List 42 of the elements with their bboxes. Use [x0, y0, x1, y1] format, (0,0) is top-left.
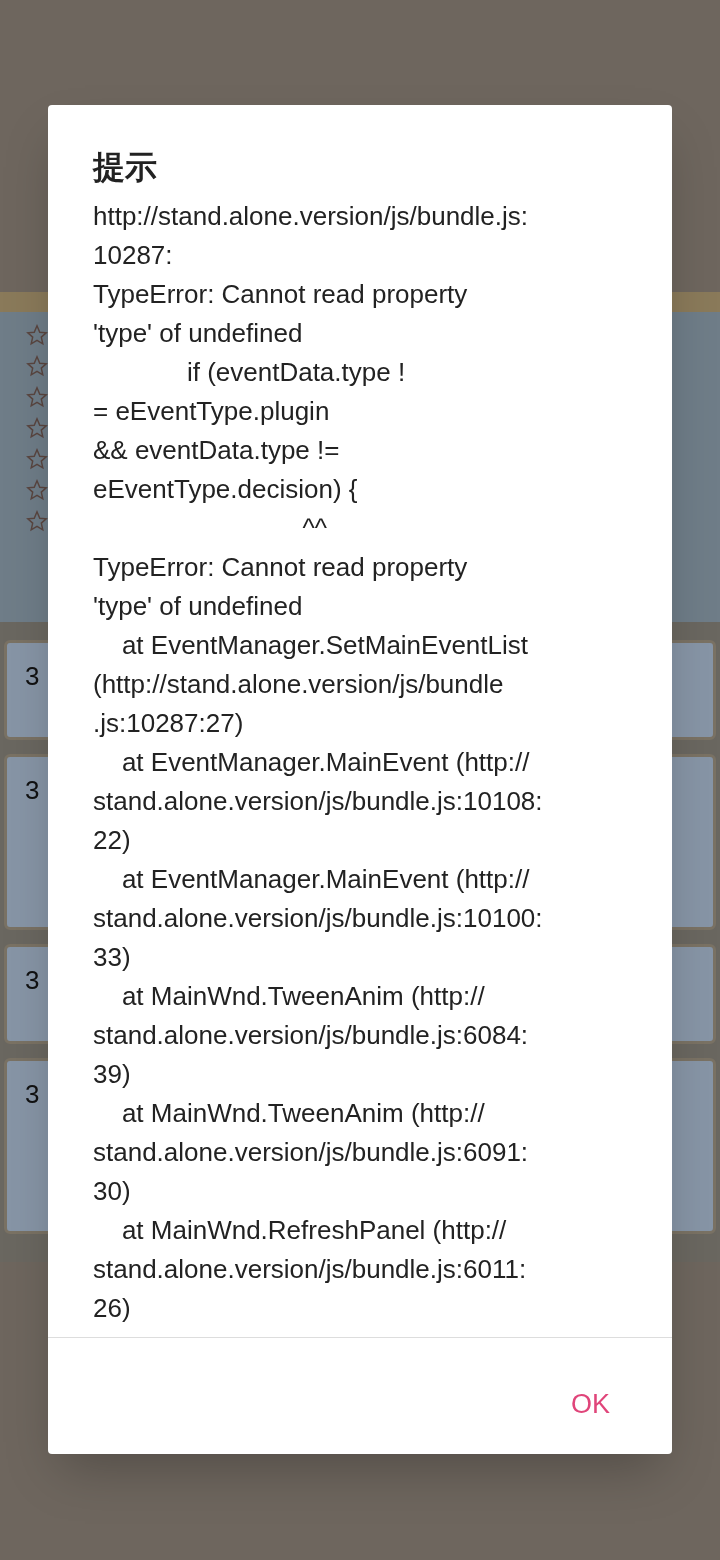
- error-message-line: stand.alone.version/js/bundle.js:6011:: [93, 1253, 527, 1286]
- ok-button[interactable]: OK: [549, 1378, 632, 1431]
- error-message-line: 30): [93, 1175, 131, 1208]
- error-message-line: 'type' of undefined: [93, 590, 303, 623]
- error-message-line: = eEventType.plugin: [93, 395, 330, 428]
- star-icon: [26, 386, 48, 408]
- error-message-line: 26): [93, 1292, 131, 1325]
- star-icon: [26, 355, 48, 377]
- error-message-line: TypeError: Cannot read property: [93, 278, 468, 311]
- error-message-line: stand.alone.version/js/bundle.js:6091:: [93, 1136, 529, 1169]
- error-message-line: && eventData.type !=: [93, 434, 340, 467]
- error-message-line: (http://stand.alone.version/js/bundle: [93, 668, 504, 701]
- error-message-line: at EventManager.SetMainEventList: [120, 629, 529, 662]
- error-message-line: 10287:: [93, 239, 173, 272]
- dialog-title: 提示: [91, 148, 157, 187]
- star-icon: [26, 448, 48, 470]
- star-icon: [26, 510, 48, 532]
- error-message-line: .js:10287:27): [93, 707, 244, 740]
- error-message-line: at MainWnd.TweenAnim (http://: [120, 980, 485, 1013]
- error-message-line: eEventType.decision) {: [93, 473, 358, 506]
- error-message-line: at EventManager.MainEvent (http://: [120, 863, 530, 896]
- card-number: 3: [25, 1079, 40, 1109]
- star-icon: [26, 324, 48, 346]
- star-icon: [26, 479, 48, 501]
- error-message-line: stand.alone.version/js/bundle.js:6084:: [93, 1019, 529, 1052]
- card-number: 3: [25, 661, 40, 691]
- error-message-line: TypeError: Cannot read property: [93, 551, 468, 584]
- error-message-line: http://stand.alone.version/js/bundle.js:: [93, 200, 529, 233]
- card-number: 3: [25, 965, 40, 995]
- error-message-line: 33): [93, 941, 131, 974]
- error-message-line: at EventManager.MainEvent (http://: [120, 746, 530, 779]
- error-message-line: at MainWnd.RefreshPanel (http://: [120, 1214, 507, 1247]
- error-message-line: 'type' of undefined: [93, 317, 303, 350]
- error-message-line: at MainWnd.TweenAnim (http://: [120, 1097, 485, 1130]
- card-number: 3: [25, 775, 40, 805]
- error-message-line: stand.alone.version/js/bundle.js:10108:: [93, 785, 543, 818]
- star-icon: [26, 417, 48, 439]
- error-message-line: if (eventData.type !: [185, 356, 406, 389]
- error-message-line: 22): [93, 824, 131, 857]
- error-message-line: 39): [93, 1058, 131, 1091]
- error-message-line: stand.alone.version/js/bundle.js:10100:: [93, 902, 543, 935]
- error-message-line: ^^: [301, 512, 327, 545]
